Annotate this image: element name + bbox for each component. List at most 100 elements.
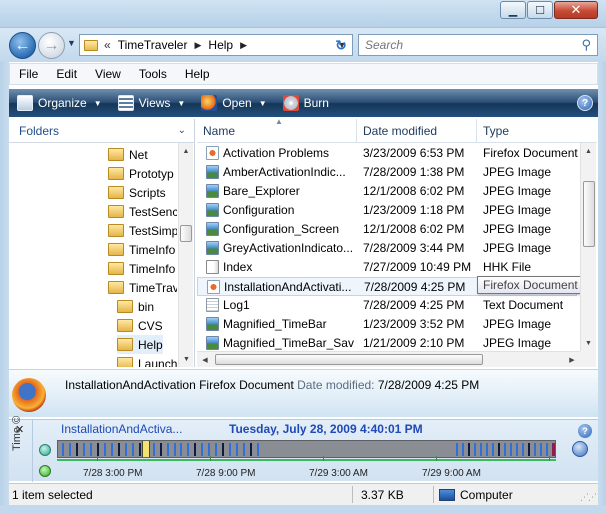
status-divider (433, 486, 434, 503)
table-row[interactable]: GreyActivationIndicato... 7/28/2009 3:44 … (197, 239, 577, 258)
table-row[interactable]: Log1 7/28/2009 4:25 PM Text Document (197, 296, 577, 315)
tree-item[interactable]: TestSenc (108, 202, 177, 221)
column-header-date[interactable]: Date modified (357, 119, 477, 143)
tree-item[interactable]: Net (108, 145, 148, 164)
tree-item[interactable]: CVS (117, 316, 163, 335)
menu-file[interactable]: File (10, 67, 47, 81)
table-row[interactable]: Configuration_Screen 12/1/2008 6:02 PM JPE… (197, 220, 577, 239)
activity-tick (522, 443, 524, 456)
scroll-up-icon[interactable]: ▲ (179, 143, 193, 159)
activity-tick (474, 443, 476, 456)
timeline-track[interactable] (57, 440, 556, 458)
timeline-end-orb-icon[interactable] (572, 441, 588, 457)
table-row[interactable]: Configuration 1/23/2009 1:18 PM JPEG Image (197, 201, 577, 220)
back-button[interactable]: ← (9, 32, 36, 59)
status-location-label: Computer (460, 488, 513, 502)
scroll-right-icon[interactable]: ▶ (564, 352, 580, 367)
activity-tick (132, 443, 134, 456)
address-bar[interactable]: « TimeTraveler ▶ Help ▶ ▼ (79, 34, 353, 56)
activity-tick (208, 443, 210, 456)
refresh-icon[interactable]: ↻ (330, 34, 352, 56)
timeline-help-icon[interactable]: ? (578, 424, 592, 438)
table-row[interactable]: AmberActivationIndic... 7/28/2009 1:38 PM… (197, 163, 577, 182)
minimize-button[interactable]: ▁ (500, 1, 526, 19)
tree-item-label: TimeTrav (129, 280, 177, 295)
activity-tick (153, 443, 155, 456)
activity-tick (498, 443, 500, 456)
tree-item[interactable]: TimeTrav (108, 278, 177, 297)
menu-view[interactable]: View (86, 67, 130, 81)
breadcrumb-overflow[interactable]: « (104, 38, 111, 52)
table-row[interactable]: Bare_Explorer 12/1/2008 6:02 PM JPEG Image (197, 182, 577, 201)
activity-tick (243, 443, 245, 456)
table-row[interactable]: Magnified_TimeBar 1/23/2009 3:52 PM JPEG I… (197, 315, 577, 334)
folder-icon (117, 300, 133, 313)
column-header-type[interactable]: Type (477, 119, 597, 143)
tree-item[interactable]: TimeInfo (108, 259, 175, 278)
timeline-file-title[interactable]: InstallationAndActiva... (61, 422, 182, 436)
timeline-label: 7/28 3:00 PM (83, 468, 143, 479)
views-button[interactable]: Views ▼ (110, 89, 194, 117)
menu-tools[interactable]: Tools (130, 67, 176, 81)
tree-item-label: Help (138, 337, 163, 352)
axis-tick (323, 456, 324, 461)
scroll-left-icon[interactable]: ◀ (197, 352, 213, 367)
cell-date: 7/27/2009 10:49 PM (363, 260, 472, 274)
tree-item[interactable]: TimeInfo (108, 240, 175, 259)
tree-item-label: TestSenc (129, 204, 177, 219)
scroll-thumb[interactable] (180, 225, 192, 242)
disc-icon (282, 95, 299, 111)
breadcrumb-separator-icon[interactable]: ▶ (240, 40, 247, 51)
breadcrumb-timetraveler[interactable]: TimeTraveler (118, 38, 188, 52)
tree-item[interactable]: Launch (117, 354, 177, 367)
tree-item[interactable]: Prototyp (108, 164, 174, 183)
table-row[interactable]: Index 7/27/2009 10:49 PM HHK File (197, 258, 577, 277)
tree-item[interactable]: bin (117, 297, 154, 316)
scroll-up-icon[interactable]: ▲ (581, 143, 596, 159)
zoom-out-dot-icon[interactable] (39, 465, 51, 477)
scroll-thumb[interactable] (583, 181, 595, 247)
hhk-file-icon (206, 260, 219, 274)
breadcrumb-separator-icon[interactable]: ▶ (194, 40, 201, 51)
timeline-datetime: Tuesday, July 28, 2009 4:40:01 PM (229, 422, 423, 436)
activity-tick (534, 443, 536, 456)
open-button[interactable]: Open ▼ (193, 89, 274, 117)
breadcrumb-help[interactable]: Help (208, 38, 233, 52)
details-pane: InstallationAndActivation Firefox Docume… (9, 369, 598, 417)
folders-header[interactable]: Folders ⌄ (9, 119, 194, 143)
scroll-down-icon[interactable]: ▼ (581, 335, 596, 351)
scroll-corner (580, 351, 596, 367)
recent-pages-dropdown[interactable]: ▼ (67, 38, 76, 48)
menu-edit[interactable]: Edit (47, 67, 86, 81)
details-date-value: 7/28/2009 4:25 PM (377, 378, 480, 392)
scroll-thumb[interactable] (215, 354, 483, 365)
folder-tree-scrollbar[interactable]: ▲ ▼ (178, 143, 193, 367)
resize-grip-icon[interactable]: ⋰⋰ (580, 492, 597, 503)
cell-type: JPEG Image (483, 203, 552, 217)
close-button[interactable]: ✕ (554, 1, 598, 19)
maximize-button[interactable]: ☐ (527, 1, 553, 19)
chevron-down-icon[interactable]: ⌄ (178, 125, 186, 136)
menu-help[interactable]: Help (176, 67, 219, 81)
zoom-in-dot-icon[interactable] (39, 444, 51, 456)
help-icon[interactable]: ? (577, 95, 593, 111)
tree-item[interactable]: Scripts (108, 183, 166, 202)
tree-item-label: bin (138, 299, 155, 314)
column-header-name[interactable]: ▲ Name (197, 119, 357, 143)
burn-button[interactable]: Burn (275, 89, 337, 117)
organize-button[interactable]: Organize ▼ (9, 89, 110, 117)
search-input[interactable] (359, 35, 559, 55)
timeline-playhead[interactable] (142, 441, 150, 457)
file-list-horizontal-scrollbar[interactable]: ◀ ▶ (197, 351, 580, 367)
scroll-down-icon[interactable]: ▼ (179, 351, 194, 367)
file-list-vertical-scrollbar[interactable]: ▲ ▼ (580, 143, 596, 351)
search-icon[interactable]: ⚲ (581, 37, 591, 53)
sort-up-icon: ▲ (275, 119, 283, 126)
tree-item[interactable]: Help (117, 335, 163, 354)
table-row[interactable]: Activation Problems 3/23/2009 6:53 PM Fire… (197, 144, 578, 163)
tree-item[interactable]: TestSimp (108, 221, 177, 240)
activity-tick (492, 443, 494, 456)
forward-button[interactable]: → (38, 32, 65, 59)
cell-date: 1/23/2009 3:52 PM (363, 317, 465, 331)
cell-date: 1/21/2009 2:10 PM (363, 336, 465, 350)
